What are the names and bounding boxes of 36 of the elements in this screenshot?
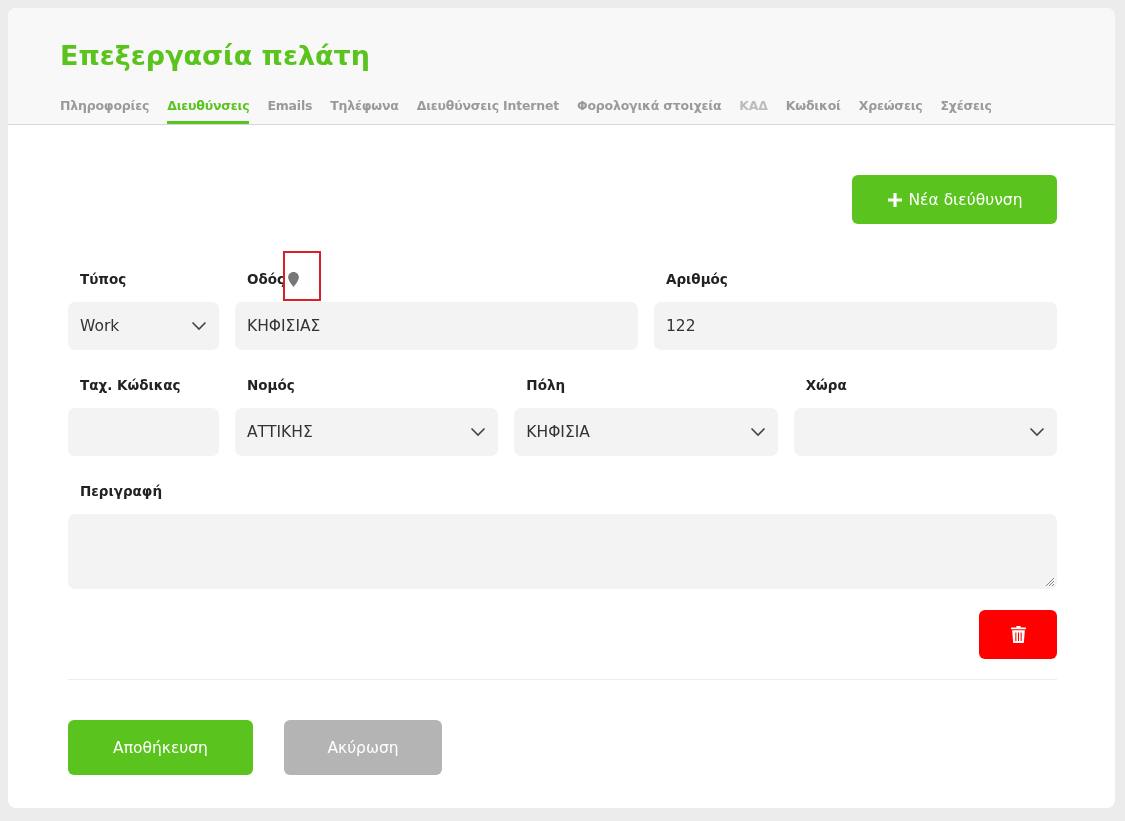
tab[interactable]: Κωδικοί: [785, 94, 841, 124]
plus-icon: [886, 191, 903, 208]
tab[interactable]: Χρεώσεις: [858, 94, 923, 124]
new-address-button[interactable]: Νέα διεύθυνση: [852, 175, 1057, 224]
field-label: Περιγραφή: [80, 483, 163, 499]
field-label: Νομός: [247, 377, 295, 393]
chevron-down-icon: [470, 427, 487, 437]
delete-button[interactable]: [979, 610, 1057, 659]
chevron-down-icon: [749, 427, 766, 437]
field-label: Πόλη: [526, 377, 566, 393]
chevron-down-icon: [1029, 427, 1045, 437]
tab[interactable]: Emails: [267, 94, 313, 124]
field-label: Αριθμός: [666, 271, 728, 287]
select-field[interactable]: ΚΗΦΙΣΙΑ: [514, 408, 778, 456]
select-field[interactable]: Work: [68, 302, 219, 350]
input-field[interactable]: ΚΗΦΙΣΙΑΣ: [235, 302, 638, 350]
cancel-button[interactable]: Ακύρωση: [284, 720, 442, 775]
input-field[interactable]: 122: [654, 302, 1057, 350]
trash-icon: [1010, 626, 1026, 643]
field-label: Τύπος: [80, 271, 127, 287]
tab[interactable]: Σχέσεις: [940, 94, 992, 124]
tab[interactable]: Τηλέφωνα: [330, 94, 399, 124]
save-button[interactable]: Αποθήκευση: [68, 720, 253, 775]
page-title: Επεξεργασία πελάτη: [60, 39, 372, 73]
select-field[interactable]: ΑΤΤΙΚΗΣ: [235, 408, 499, 456]
tab[interactable]: Διευθύνσεις: [167, 94, 250, 124]
select-field[interactable]: [793, 408, 1057, 456]
tab[interactable]: Πληροφορίες: [60, 94, 150, 124]
tab[interactable]: Φορολογικά στοιχεία: [577, 94, 722, 124]
resize-handle-icon[interactable]: [1045, 577, 1055, 587]
field-label: Οδός: [247, 271, 286, 287]
field-label: Χώρα: [805, 377, 847, 393]
field-label: Ταχ. Κώδικας: [80, 377, 181, 393]
chevron-down-icon: [191, 321, 207, 331]
map-pin-icon[interactable]: [288, 271, 300, 287]
tab[interactable]: Διευθύνσεις Internet: [416, 94, 560, 124]
